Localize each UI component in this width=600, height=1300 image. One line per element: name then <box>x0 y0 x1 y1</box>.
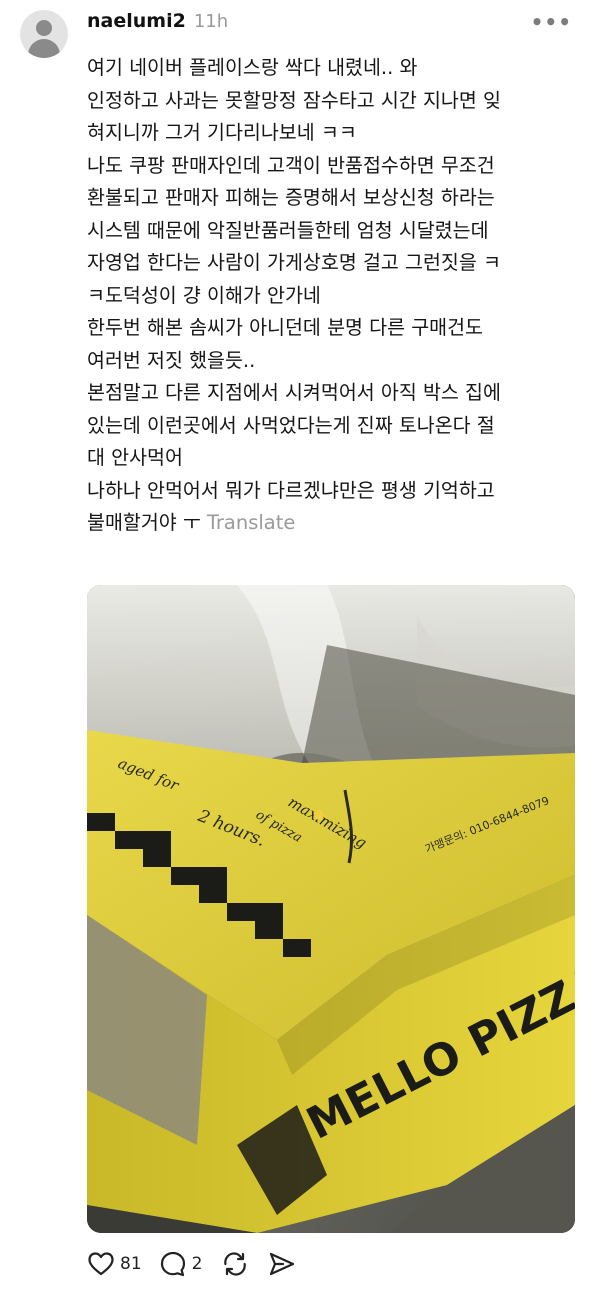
avatar[interactable] <box>20 10 68 58</box>
share-button[interactable] <box>268 1251 296 1277</box>
post-line: 나하나 안먹어서 뭐가 다르겠냐만은 평생 기억하고 <box>87 478 495 502</box>
avatar-head <box>36 20 52 36</box>
action-bar: 81 2 <box>88 1250 314 1278</box>
comment-button[interactable]: 2 <box>160 1251 203 1277</box>
pizza-box-photo: aged for 2 hours. maximizing of pizza 가맹… <box>87 585 575 1233</box>
username[interactable]: naelumi2 <box>87 10 186 32</box>
post-header: naelumi2 11h <box>87 10 228 38</box>
avatar-shoulders <box>28 39 60 58</box>
post-line: 한두번 해본 솜씨가 아니던데 분명 다른 구매건도 <box>87 316 483 339</box>
threads-post: naelumi2 11h ••• 여기 네이버 플레이스랑 싹다 내렸네.. 와… <box>0 0 600 1300</box>
post-line: 대 안사먹어 <box>87 446 183 469</box>
translate-link[interactable]: Translate <box>207 511 296 534</box>
comment-bubble-icon <box>160 1251 185 1277</box>
post-line: 있는데 이런곳에서 사먹었다는게 진짜 토나온다 절 <box>87 413 495 437</box>
post-image[interactable]: aged for 2 hours. maximizing of pizza 가맹… <box>87 585 575 1233</box>
post-line: ㅋ도덕성이 걍 이해가 안가네 <box>87 283 321 307</box>
post-time: 11h <box>193 11 229 32</box>
post-line: 본점말고 다른 지점에서 시켜먹어서 아직 박스 집에 <box>87 381 501 404</box>
post-body: 여기 네이버 플레이스랑 싹다 내렸네.. 와 인정하고 사과는 못할망정 잠수… <box>87 52 587 540</box>
post-line: 인정하고 사과는 못할망정 잠수타고 시간 지나면 잊 <box>87 88 501 112</box>
post-line-text: 불매할거야 ㅜ <box>87 511 201 534</box>
post-line: 여러번 저짓 했을듯.. <box>87 348 256 372</box>
send-icon <box>270 1252 295 1276</box>
post-line: 여기 네이버 플레이스랑 싹다 내렸네.. 와 <box>87 56 418 79</box>
post-line: 자영업 한다는 사람이 가게상호명 걸고 그런짓을 ㅋ <box>87 251 501 274</box>
post-line: 환불되고 판매자 피해는 증명해서 보상신청 하라는 <box>87 186 495 209</box>
more-options-icon[interactable]: ••• <box>531 10 572 34</box>
post-line-last: 불매할거야 ㅜ Translate <box>87 507 587 540</box>
post-line: 나도 쿠팡 판매자인데 고객이 반품접수하면 무조건 <box>87 153 495 177</box>
like-button[interactable]: 81 <box>88 1252 142 1276</box>
repost-button[interactable] <box>220 1250 250 1278</box>
post-line: 혀지니까 그거 기다리나보네 ㅋㅋ <box>87 121 357 144</box>
repost-icon <box>224 1252 247 1276</box>
post-line: 시스템 때문에 악질반품러들한테 엄청 시달렸는데 <box>87 218 489 242</box>
comment-count: 2 <box>191 1254 203 1274</box>
heart-icon <box>88 1252 114 1276</box>
like-count: 81 <box>120 1254 142 1274</box>
